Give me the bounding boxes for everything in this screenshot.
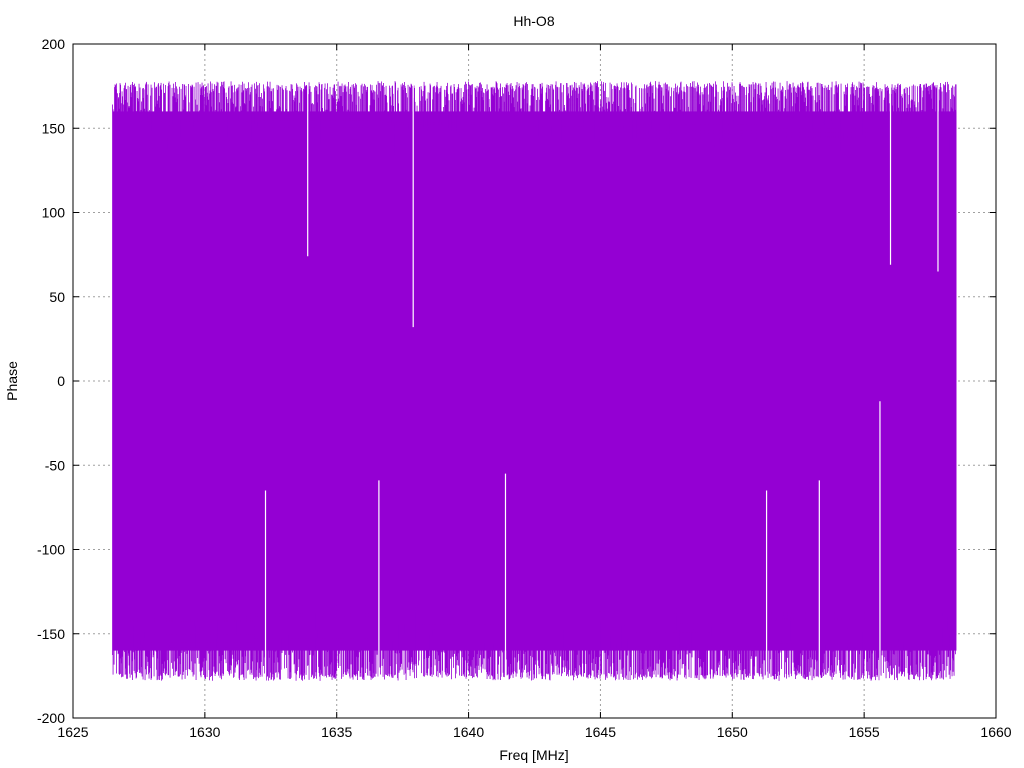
series-group [112,77,957,685]
x-tick-label: 1625 [57,724,88,740]
y-tick-label: 0 [57,373,65,389]
phase-chart: Hh-O8 1625 1630 1635 1640 1645 1650 1655 1660 -… [4,13,1012,763]
y-tick-label: 200 [42,36,66,52]
y-tick-label: -150 [37,626,65,642]
y-tick-label: -100 [37,542,65,558]
x-tick-label: 1630 [189,724,220,740]
chart-title: Hh-O8 [513,13,554,29]
series-line [112,81,957,681]
x-tick-label: 1640 [453,724,484,740]
x-tick-label: 1650 [717,724,748,740]
y-axis-title: Phase [4,361,20,401]
y-tick-label: 150 [42,120,66,136]
x-axis-title: Freq [MHz] [499,747,568,763]
x-tick-label: 1645 [585,724,616,740]
x-tick-label: 1635 [321,724,352,740]
x-tick-label: 1655 [849,724,880,740]
x-tick-label: 1660 [980,724,1011,740]
y-tick-label: 100 [42,205,66,221]
y-tick-label: 50 [49,289,65,305]
y-tick-label: -50 [45,457,65,473]
y-tick-label: -200 [37,710,65,726]
